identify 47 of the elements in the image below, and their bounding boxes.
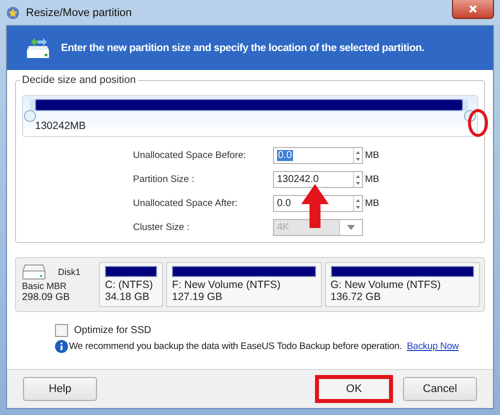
unit-label: MB [365,174,380,185]
partition-card[interactable]: C: (NTFS) 34.18 GB [99,262,163,307]
annotation-circle [468,109,488,137]
field-label: Partition Size : [133,174,196,185]
info-icon [55,340,68,353]
disk-name: Disk1 [58,267,81,277]
unit-label: MB [365,150,380,161]
partition-name: C: (NTFS) [105,279,154,291]
help-button[interactable]: Help [23,377,97,401]
spin-field[interactable]: 130242.0 [273,171,363,188]
notice-text: We recommend you backup the data with EaseUS Todo Backup before operation. [69,341,402,352]
partition-size: 34.18 GB [105,291,150,303]
field-label: Unallocated Space After: [133,198,239,209]
disk-type: Basic MBR [22,281,68,291]
unit-label: MB [365,198,380,209]
window-title: Resize/Move partition [26,6,132,18]
ok-button[interactable]: OK [319,379,389,399]
partition-slider[interactable]: 130242MB [22,95,478,137]
partition-name: F: New Volume (NTFS) [172,279,282,291]
spin-arrows-icon [355,148,361,162]
left-handle[interactable] [24,110,36,122]
hard-drive-icon [22,264,46,280]
close-icon [468,4,478,14]
field-label: Unallocated Space Before: [133,150,248,161]
checkbox[interactable] [55,324,68,337]
field-label: Cluster Size : [133,222,190,233]
dropdown-caret-icon [347,225,355,230]
group-title: Decide size and position [20,74,138,86]
partition-name: G: New Volume (NTFS) [330,279,442,291]
backup-now-link[interactable]: Backup Now [406,341,459,352]
partition-size: 136.72 GB [330,291,382,303]
spin-arrows-icon [355,172,361,186]
checkbox-label: Optimize for SSD [74,325,152,336]
partition-size: 127.19 GB [172,291,224,303]
usage-bar [105,266,157,277]
annotation-arrow [300,184,330,228]
cancel-button[interactable]: Cancel [403,377,477,401]
disk-size: 298.09 GB [22,292,71,303]
partition-card[interactable]: F: New Volume (NTFS) 127.19 GB [166,262,322,307]
app-icon [6,6,20,20]
instruction-text: Enter the new partition size and specify the location of the selected partition. [61,42,424,54]
size-label: 130242MB [35,120,86,132]
drive-arrows-icon [25,36,51,60]
spin-field[interactable]: 0.0 [273,147,363,164]
close-button[interactable] [452,0,494,19]
spin-arrows-icon [355,196,361,210]
partition-card[interactable]: G: New Volume (NTFS) 136.72 GB [324,262,480,307]
